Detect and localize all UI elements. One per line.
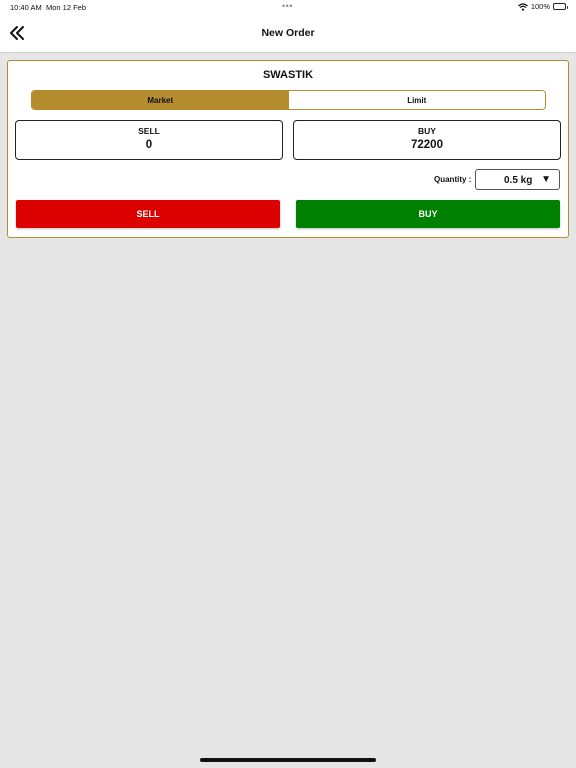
- sell-button[interactable]: SELL: [16, 200, 280, 228]
- buy-button[interactable]: BUY: [296, 200, 560, 228]
- status-right: 100%: [517, 2, 568, 11]
- status-time: 10:40 AM: [10, 3, 42, 12]
- battery-icon: [553, 3, 568, 10]
- buy-price-box: BUY 72200: [293, 120, 561, 160]
- quantity-label: Quantity :: [434, 175, 472, 184]
- buy-price-label: BUY: [418, 126, 436, 136]
- quantity-value: 0.5 kg: [504, 175, 533, 186]
- status-date: Mon 12 Feb: [46, 3, 87, 12]
- sell-price-value: 0: [145, 139, 153, 151]
- sell-price-box: SELL 0: [15, 120, 283, 160]
- page-title: New Order: [261, 27, 315, 39]
- status-bar: 10:40 AM Mon 12 Feb ••• 100%: [0, 0, 576, 14]
- battery-percent: 100%: [530, 2, 550, 11]
- nav-bar: New Order: [0, 14, 576, 53]
- tab-limit[interactable]: Limit: [288, 91, 545, 109]
- buy-price-value: 72200: [411, 139, 443, 151]
- home-indicator[interactable]: [200, 758, 376, 762]
- order-type-segment: Market Limit: [31, 90, 546, 110]
- quantity-select[interactable]: 0.5 kg ▼: [475, 169, 560, 190]
- order-card: SWASTIK Market Limit SELL 0 BUY 72200 Qu…: [7, 60, 569, 238]
- symbol-title: SWASTIK: [262, 69, 314, 81]
- wifi-icon: [517, 2, 528, 11]
- tab-market[interactable]: Market: [32, 91, 289, 109]
- sell-price-label: SELL: [138, 126, 160, 136]
- dropdown-arrow-icon: ▼: [541, 174, 551, 185]
- multitasking-dots[interactable]: •••: [282, 1, 293, 11]
